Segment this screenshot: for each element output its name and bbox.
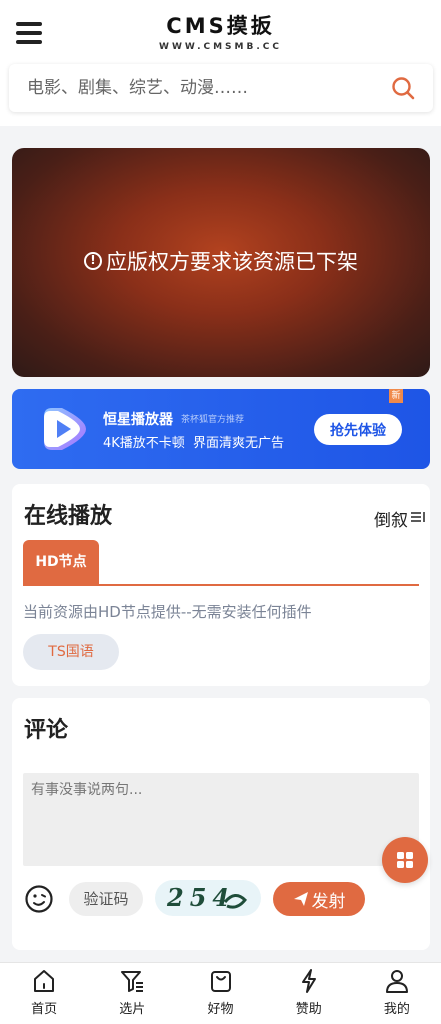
- banner-tag: 茶杯狐官方推荐: [181, 415, 245, 425]
- floating-menu-button[interactable]: [382, 837, 428, 883]
- nav-pick-label: 选片: [119, 1002, 146, 1017]
- captcha-text: 254: [166, 883, 235, 912]
- site-logo[interactable]: CMS摸扳 WWW.CMSMB.CC: [0, 10, 441, 52]
- nav-goods-label: 好物: [207, 1002, 234, 1017]
- nav-home[interactable]: 首页: [0, 963, 88, 1024]
- player-app-banner[interactable]: 恒星播放器 茶杯狐官方推荐 4K播放不卡顿 界面清爽无广告 抢先体验 新: [12, 389, 430, 469]
- emoji-icon[interactable]: [24, 884, 54, 914]
- nav-pick[interactable]: 选片: [88, 963, 176, 1024]
- logo-subtitle: WWW.CMSMB.CC: [159, 42, 282, 52]
- nav-home-label: 首页: [31, 1002, 58, 1017]
- send-comment-button[interactable]: 发射: [273, 882, 365, 916]
- new-badge: 新: [389, 389, 403, 403]
- tab-hd-node[interactable]: HD节点: [23, 540, 99, 584]
- nav-mine-label: 我的: [383, 1002, 410, 1017]
- grid-icon: [397, 852, 413, 868]
- player-app-logo-icon: [44, 408, 86, 450]
- captcha-image[interactable]: 254: [155, 880, 261, 916]
- sort-label: 倒叙: [374, 511, 408, 531]
- bottom-navigation: 首页 选片 好物 赞助 我的: [0, 962, 441, 1024]
- filter-icon: [121, 971, 144, 992]
- search-bar: [9, 64, 433, 112]
- logo-title: CMS摸扳: [166, 14, 275, 38]
- comment-section-title: 评论: [24, 718, 69, 743]
- episode-button[interactable]: TS国语: [23, 634, 119, 670]
- warning-icon: [84, 252, 102, 270]
- sort-toggle[interactable]: 倒叙: [374, 506, 426, 531]
- banner-subtitle: 4K播放不卡顿 界面清爽无广告: [103, 436, 285, 451]
- search-icon[interactable]: [391, 76, 415, 100]
- nav-mine[interactable]: 我的: [353, 963, 441, 1024]
- nav-goods[interactable]: 好物: [176, 963, 264, 1024]
- video-player[interactable]: 应版权方要求该资源已下架: [12, 148, 430, 377]
- search-input[interactable]: [27, 64, 367, 112]
- nav-sponsor-label: 赞助: [295, 1002, 322, 1017]
- captcha-input[interactable]: [69, 882, 143, 916]
- player-message-text: 应版权方要求该资源已下架: [106, 250, 358, 274]
- send-label: 发射: [311, 891, 346, 912]
- tab-underline: [23, 584, 419, 586]
- lightning-icon: [301, 969, 316, 993]
- user-icon: [385, 970, 408, 993]
- home-icon: [34, 970, 55, 992]
- banner-title: 恒星播放器: [103, 412, 173, 428]
- play-section-title: 在线播放: [24, 504, 113, 529]
- source-note: 当前资源由HD节点提供--无需安装任何插件: [23, 603, 312, 621]
- online-play-card: 在线播放 倒叙 HD节点 当前资源由HD节点提供--无需安装任何插件 TS国语: [12, 484, 430, 686]
- sort-list-icon: [410, 510, 426, 528]
- top-header: CMS摸扳 WWW.CMSMB.CC: [0, 0, 441, 126]
- shopping-bag-icon: [210, 971, 231, 992]
- try-now-button[interactable]: 抢先体验: [314, 414, 402, 445]
- nav-sponsor[interactable]: 赞助: [265, 963, 353, 1024]
- comment-input[interactable]: [23, 773, 419, 866]
- comment-card: 评论 254 发射: [12, 698, 430, 950]
- paper-plane-icon: [293, 892, 308, 906]
- player-message: 应版权方要求该资源已下架: [12, 246, 430, 276]
